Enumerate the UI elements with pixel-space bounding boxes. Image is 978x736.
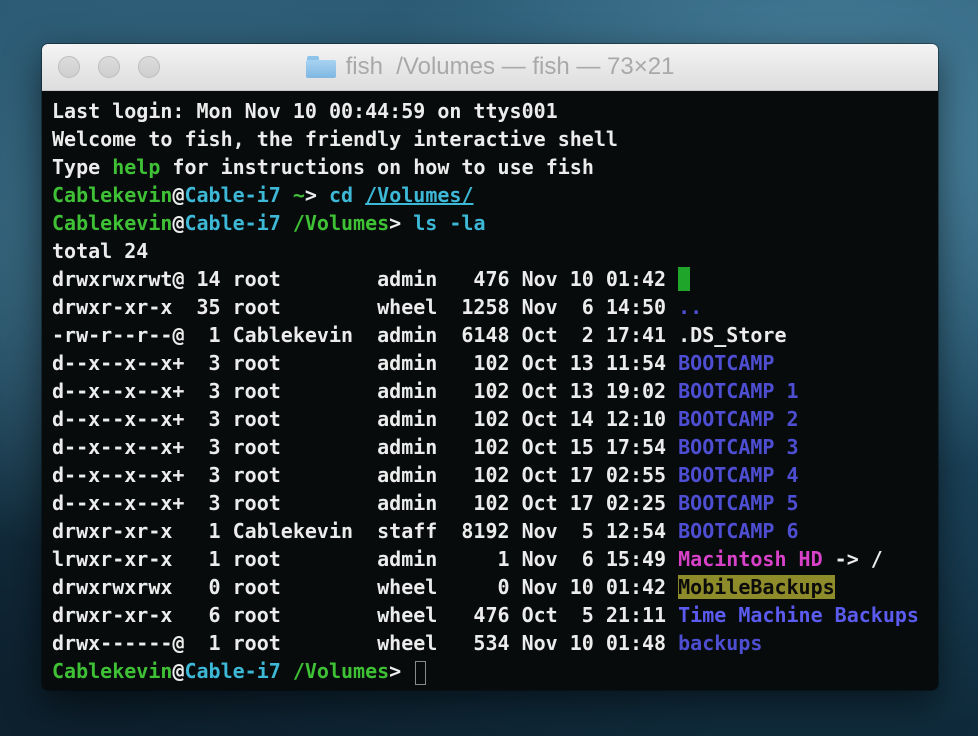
prompt-line: Cablekevin@Cable-i7 ~> cd /Volumes/ <box>52 183 474 207</box>
entry-name: BOOTCAMP 3 <box>678 435 799 459</box>
entry-name: MobileBackups <box>678 575 835 599</box>
listing-row: d--x--x--x+ 3 root admin 102 Oct 14 12:1… <box>52 407 799 431</box>
window-title-group: fish /Volumes — fish — 73×21 <box>42 44 938 90</box>
entry-name: BOOTCAMP 2 <box>678 407 799 431</box>
listing-row: d--x--x--x+ 3 root admin 102 Oct 17 02:2… <box>52 491 799 515</box>
entry-name: Time Machine Backups <box>678 603 919 627</box>
command: cd <box>328 183 366 207</box>
entry-name: BOOTCAMP <box>678 351 775 375</box>
terminal-output[interactable]: Last login: Mon Nov 10 00:44:59 on ttys0… <box>42 91 938 690</box>
entry-name: BOOTCAMP 5 <box>678 491 799 515</box>
entry-name: backups <box>678 631 763 655</box>
prompt-line[interactable]: Cablekevin@Cable-i7 /Volumes> <box>52 657 919 685</box>
folder-icon <box>305 56 336 78</box>
listing-row: drwx------@ 1 root wheel 534 Nov 10 01:4… <box>52 631 763 655</box>
listing-row: drwxrwxrwx 0 root wheel 0 Nov 10 01:42 M… <box>52 575 835 599</box>
prompt-cwd: /Volumes <box>280 659 390 683</box>
welcome-line: Welcome to fish, the friendly interactiv… <box>52 127 618 151</box>
symlink-target: -> / <box>822 547 883 571</box>
prompt-host: Cable-i7 <box>184 659 281 683</box>
title-bar[interactable]: fish /Volumes — fish — 73×21 <box>42 44 938 91</box>
listing-row: -rw-r--r--@ 1 Cablekevin admin 6148 Oct … <box>52 323 787 347</box>
listing-row: d--x--x--x+ 3 root admin 102 Oct 13 11:5… <box>52 351 775 375</box>
entry-name: Macintosh HD <box>678 547 823 571</box>
listing-row: drwxr-xr-x 1 Cablekevin staff 8192 Nov 5… <box>52 519 799 543</box>
listing-row: d--x--x--x+ 3 root admin 102 Oct 17 02:5… <box>52 463 799 487</box>
listing-row: drwxr-xr-x 6 root wheel 476 Oct 5 21:11 … <box>52 603 919 627</box>
prompt-user: Cablekevin <box>52 659 173 683</box>
command-argument: /Volumes/ <box>365 183 474 207</box>
entry-name: BOOTCAMP 1 <box>678 379 799 403</box>
entry-name: .DS_Store <box>678 323 787 347</box>
listing-row: d--x--x--x+ 3 root admin 102 Oct 13 19:0… <box>52 379 799 403</box>
prompt-cwd: /Volumes <box>280 211 390 235</box>
entry-name: BOOTCAMP 6 <box>678 519 799 543</box>
listing-row: drwxr-xr-x 35 root wheel 1258 Nov 6 14:5… <box>52 295 703 319</box>
listing-total: total 24 <box>52 239 149 263</box>
terminal-window[interactable]: fish /Volumes — fish — 73×21 Last login:… <box>42 44 938 690</box>
window-title: fish /Volumes — fish — 73×21 <box>345 53 675 80</box>
prompt-host: Cable-i7 <box>184 183 281 207</box>
entry-name: .. <box>678 295 703 319</box>
prompt-cwd: ~ <box>280 183 305 207</box>
help-command: help <box>112 155 161 179</box>
prompt-line: Cablekevin@Cable-i7 /Volumes> ls -la <box>52 211 486 235</box>
entry-name: . <box>678 267 691 291</box>
last-login-line: Last login: Mon Nov 10 00:44:59 on ttys0… <box>52 99 558 123</box>
listing-row: drwxrwxrwt@ 14 root admin 476 Nov 10 01:… <box>52 267 691 291</box>
prompt-user: Cablekevin <box>52 183 173 207</box>
listing-row: d--x--x--x+ 3 root admin 102 Oct 15 17:5… <box>52 435 799 459</box>
prompt-user: Cablekevin <box>52 211 173 235</box>
entry-name: BOOTCAMP 4 <box>678 463 799 487</box>
text-cursor[interactable] <box>415 660 427 685</box>
help-line: Type help for instructions on how to use… <box>52 155 594 179</box>
command: ls -la <box>413 211 486 235</box>
prompt-host: Cable-i7 <box>184 211 281 235</box>
listing-row: lrwxr-xr-x 1 root admin 1 Nov 6 15:49 Ma… <box>52 547 883 571</box>
